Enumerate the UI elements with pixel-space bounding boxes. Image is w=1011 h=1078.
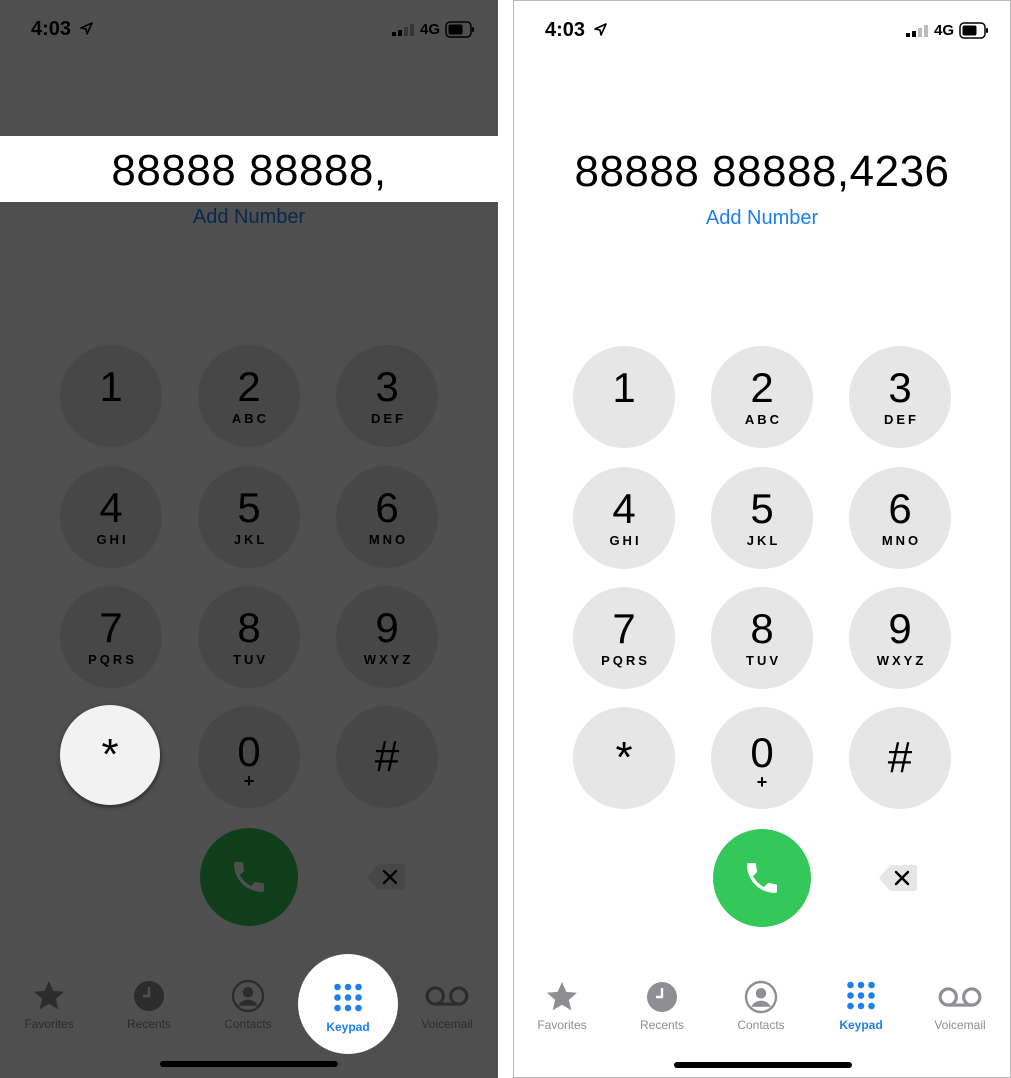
battery-icon: [959, 22, 988, 39]
status-bar: 4:03 4G: [514, 1, 1010, 61]
key-2[interactable]: 2 ABC: [198, 345, 300, 447]
call-button[interactable]: [713, 829, 811, 927]
status-bar: 4:03 4G: [0, 0, 498, 60]
tab-recents[interactable]: Recents: [617, 979, 707, 1032]
highlighted-dialed-number: 88888 88888,: [111, 146, 387, 195]
key-9[interactable]: 9 WXYZ: [336, 586, 438, 688]
key-8[interactable]: 8 TUV: [198, 586, 300, 688]
signal-bars-icon: [906, 25, 928, 37]
home-indicator: [674, 1062, 852, 1068]
star-icon: [547, 982, 577, 1011]
highlight-key-star[interactable]: *: [60, 705, 160, 805]
location-arrow-icon: [80, 22, 93, 35]
delete-icon[interactable]: [878, 864, 918, 892]
tab-favorites[interactable]: Favorites: [517, 979, 607, 1032]
key-4[interactable]: 4 GHI: [573, 467, 675, 569]
home-indicator: [160, 1061, 338, 1067]
person-icon: [744, 980, 778, 1014]
key-2[interactable]: 2 ABC: [711, 346, 813, 448]
tab-voicemail[interactable]: Voicemail: [402, 978, 492, 1031]
highlight-tab-keypad[interactable]: Keypad: [298, 954, 398, 1054]
keypad-icon: [847, 981, 875, 1010]
add-number-link[interactable]: Add Number: [0, 206, 498, 229]
status-time: 4:03: [545, 19, 586, 41]
key-4[interactable]: 4 GHI: [60, 466, 162, 568]
key-0[interactable]: 0 +: [711, 707, 813, 809]
key-hash[interactable]: #: [336, 706, 438, 808]
key-3[interactable]: 3 DEF: [849, 346, 951, 448]
key-7[interactable]: 7 PQRS: [60, 586, 162, 688]
network-type: 4G: [934, 22, 955, 39]
key-star[interactable]: *: [573, 707, 675, 809]
phone-screen-left: 4:03 4G 88888 88888, Add Number 1 2ABC 3…: [0, 0, 498, 1078]
star-icon: [34, 981, 64, 1010]
location-arrow-icon: [594, 23, 607, 36]
tab-favorites[interactable]: Favorites: [4, 978, 94, 1031]
key-9[interactable]: 9 WXYZ: [849, 587, 951, 689]
call-button[interactable]: [200, 828, 298, 926]
key-6[interactable]: 6 MNO: [849, 467, 951, 569]
key-1[interactable]: 1: [573, 346, 675, 448]
delete-icon[interactable]: [366, 863, 406, 891]
tab-bar: Favorites Recents Contacts Keypad Voicem…: [514, 979, 1010, 1039]
key-5[interactable]: 5 JKL: [711, 467, 813, 569]
key-6[interactable]: 6 MNO: [336, 466, 438, 568]
key-hash[interactable]: #: [849, 707, 951, 809]
tab-bar: Favorites Recents Contacts Keypad Voicem…: [0, 978, 498, 1038]
key-1[interactable]: 1: [60, 345, 162, 447]
voicemail-icon: [425, 986, 469, 1006]
keypad-icon: [334, 983, 362, 1012]
key-0[interactable]: 0 +: [198, 706, 300, 808]
battery-icon: [445, 21, 474, 38]
key-5[interactable]: 5 JKL: [198, 466, 300, 568]
network-type: 4G: [420, 21, 441, 38]
clock-icon: [134, 981, 164, 1011]
tab-recents[interactable]: Recents: [104, 978, 194, 1031]
phone-screen-right: 4:03 4G 88888 88888,4236 Add Number 1 2A…: [513, 0, 1011, 1078]
key-8[interactable]: 8 TUV: [711, 587, 813, 689]
key-7[interactable]: 7 PQRS: [573, 587, 675, 689]
voicemail-icon: [938, 987, 982, 1007]
phone-icon: [747, 863, 777, 893]
tab-keypad[interactable]: Keypad: [816, 979, 906, 1032]
dialed-number: 88888 88888,4236: [574, 147, 950, 196]
person-icon: [231, 979, 265, 1013]
phone-icon: [234, 862, 264, 892]
tab-voicemail[interactable]: Voicemail: [915, 979, 1005, 1032]
tab-contacts[interactable]: Contacts: [716, 979, 806, 1032]
clock-icon: [647, 982, 677, 1012]
signal-bars-icon: [392, 24, 414, 36]
tab-contacts[interactable]: Contacts: [203, 978, 293, 1031]
add-number-link[interactable]: Add Number: [514, 207, 1010, 230]
key-3[interactable]: 3 DEF: [336, 345, 438, 447]
status-time: 4:03: [31, 18, 72, 40]
